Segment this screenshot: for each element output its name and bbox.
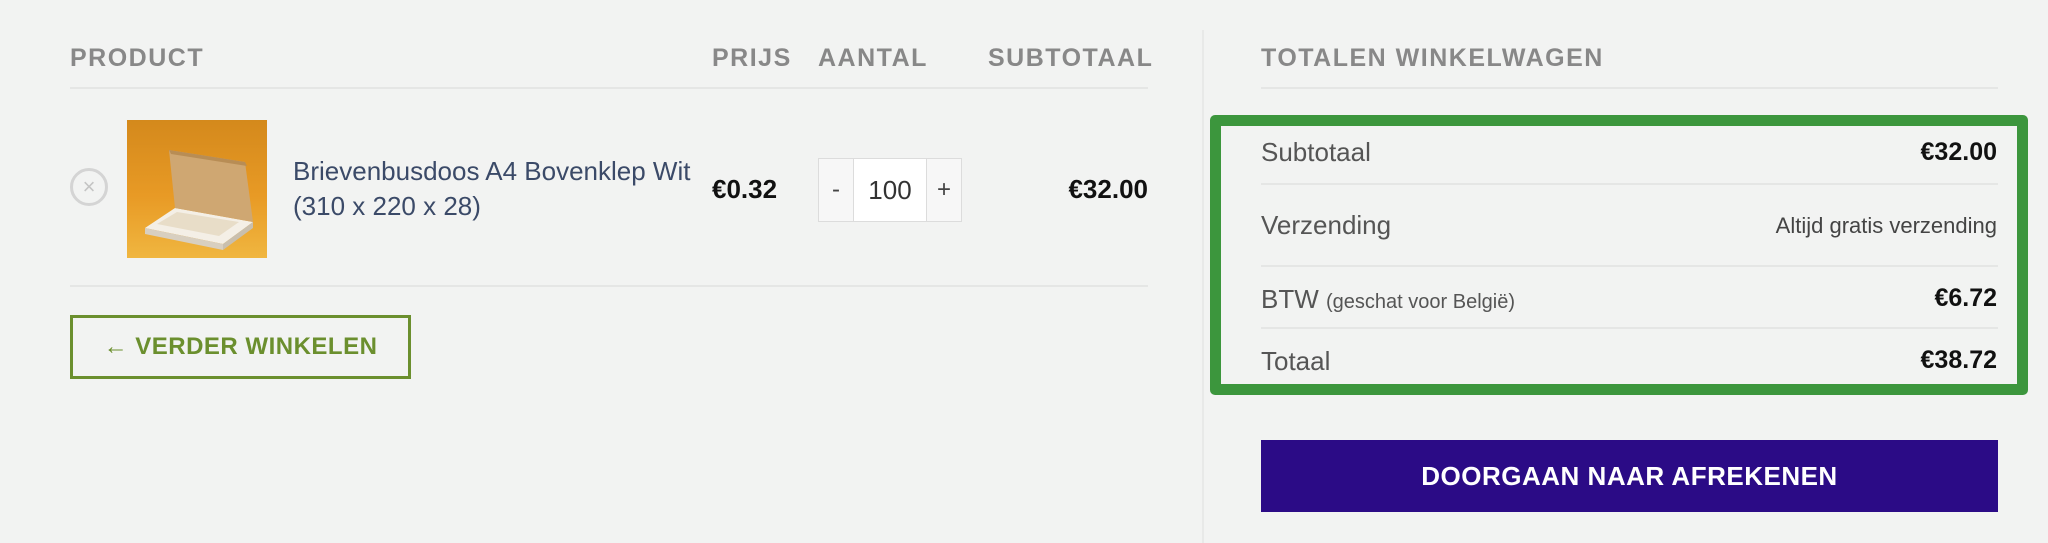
column-divider — [1202, 30, 1204, 543]
vat-label: BTW — [1261, 284, 1319, 314]
totals-title-divider — [1261, 87, 1998, 89]
total-value: €38.72 — [1920, 346, 1997, 374]
item-subtotal: €32.00 — [1068, 174, 1148, 204]
total-label: Totaal — [1261, 346, 1331, 376]
header-divider — [70, 87, 1148, 89]
product-thumbnail[interactable] — [127, 120, 267, 258]
quantity-stepper: - 100 + — [818, 158, 962, 222]
totals-divider — [1261, 327, 1998, 329]
vat-label-group: BTW (geschat voor België) — [1261, 284, 1515, 315]
subtotal-label: Subtotaal — [1261, 137, 1371, 167]
totals-divider — [1261, 183, 1998, 185]
product-name-link[interactable]: Brievenbusdoos A4 Bovenklep Wit (310 x 2… — [293, 154, 723, 224]
subtotal-value: €32.00 — [1920, 138, 1997, 166]
product-column-header: PRODUCT — [70, 44, 205, 72]
vat-note: (geschat voor België) — [1326, 291, 1515, 313]
quantity-column-header: AANTAL — [818, 44, 928, 72]
quantity-decrease-button[interactable]: - — [819, 159, 853, 221]
box-image-icon — [145, 150, 253, 250]
cart-totals-title: TOTALEN WINKELWAGEN — [1261, 44, 1604, 72]
totals-divider — [1261, 265, 1998, 267]
remove-item-icon[interactable]: × — [70, 168, 108, 206]
quantity-increase-button[interactable]: + — [927, 159, 961, 221]
continue-shopping-button[interactable]: ← VERDER WINKELEN — [70, 315, 411, 379]
quantity-input[interactable]: 100 — [853, 159, 927, 221]
proceed-to-checkout-button[interactable]: DOORGAAN NAAR AFREKENEN — [1261, 440, 1998, 512]
shipping-label: Verzending — [1261, 210, 1392, 240]
shipping-value: Altijd gratis verzending — [1775, 213, 1997, 238]
price-column-header: PRIJS — [712, 44, 792, 72]
item-price: €0.32 — [712, 174, 778, 204]
vat-value: €6.72 — [1934, 284, 1997, 312]
subtotal-column-header: SUBTOTAAL — [988, 44, 1154, 72]
row-divider — [70, 285, 1148, 287]
